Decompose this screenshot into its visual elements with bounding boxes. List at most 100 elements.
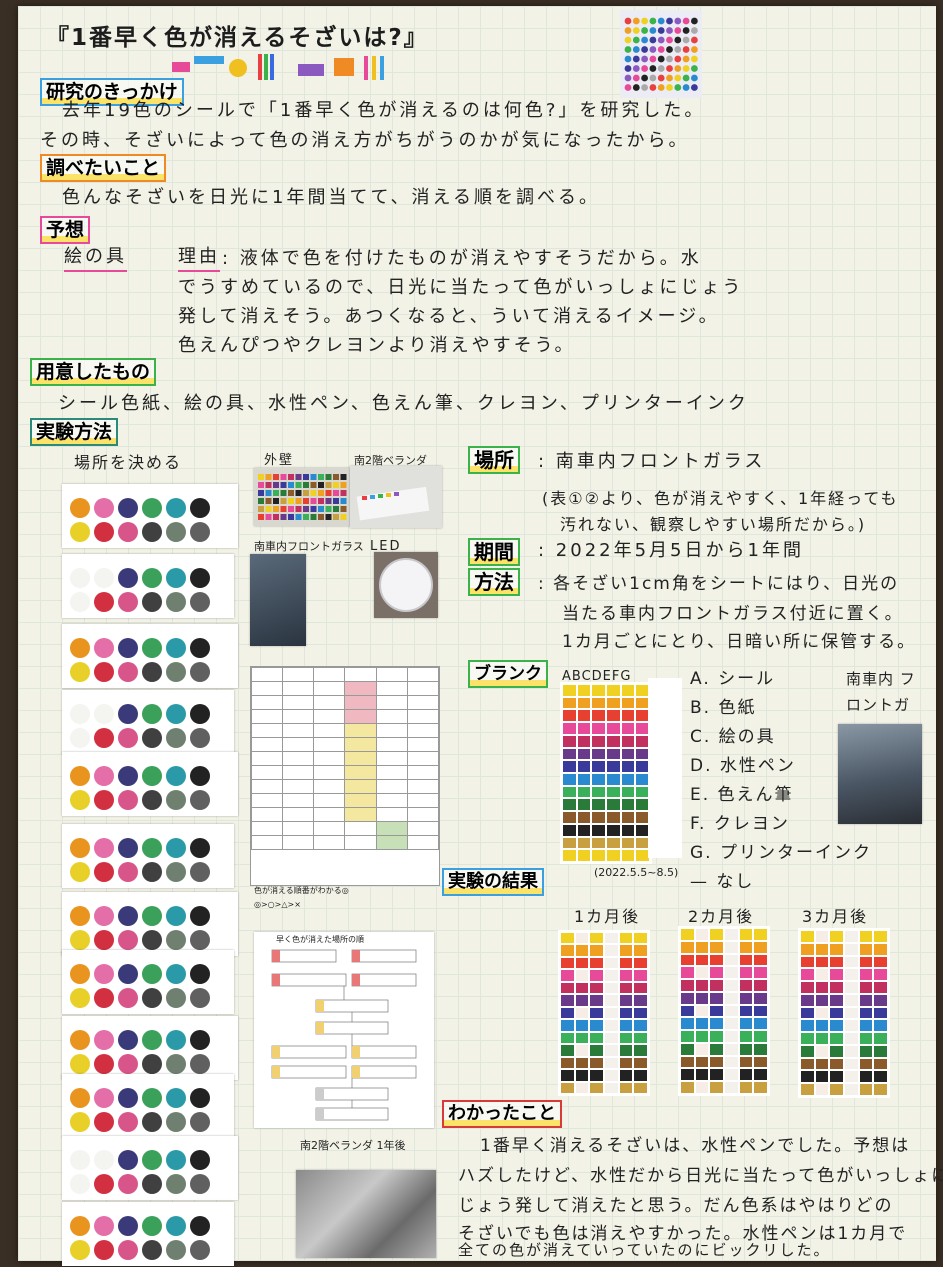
heading-youi: 用意したもの — [30, 358, 157, 386]
dot-sheet — [62, 950, 234, 1014]
color-dot — [70, 638, 90, 658]
color-dot — [190, 838, 210, 858]
color-dot — [190, 568, 210, 588]
legend-item: G. プリンターインク — [690, 843, 872, 863]
result-sheet-month-3 — [798, 928, 890, 1098]
color-dot — [142, 1054, 162, 1074]
legend-item: D. 水性ペン — [690, 756, 796, 776]
color-dot — [166, 704, 186, 724]
dot-sheet — [62, 1202, 234, 1266]
heading-houhou: 実験方法 — [30, 418, 119, 446]
result-month-1: 1カ月後 — [574, 907, 641, 926]
color-dot — [118, 568, 138, 588]
dot-sheet — [62, 1016, 238, 1080]
color-dot — [118, 988, 138, 1008]
heading-result: 実験の結果 — [442, 868, 544, 896]
color-dot — [118, 704, 138, 724]
color-dot — [142, 704, 162, 724]
color-dot — [190, 906, 210, 926]
dot-sheet — [62, 554, 234, 618]
color-dot — [70, 1088, 90, 1108]
color-dot — [94, 906, 114, 926]
legend-item: A. シール — [690, 669, 776, 689]
result-sheet-month-1 — [558, 930, 650, 1096]
color-dot — [94, 930, 114, 950]
color-dot — [70, 592, 90, 612]
dot-sheet — [62, 824, 234, 888]
color-dot — [70, 498, 90, 518]
method-line-2: 当たる車内フロントガラス付近に置く。 — [562, 604, 904, 624]
dot-sheet — [62, 892, 238, 956]
color-dot — [142, 568, 162, 588]
place-value: : 南車内フロントガラス — [538, 451, 766, 472]
color-dot — [142, 1030, 162, 1050]
color-dot — [94, 1216, 114, 1236]
color-dot — [142, 728, 162, 748]
color-dot — [118, 930, 138, 950]
color-dot — [70, 790, 90, 810]
color-dot — [190, 964, 210, 984]
color-dot — [166, 790, 186, 810]
color-dot — [94, 1088, 114, 1108]
color-dot — [166, 930, 186, 950]
color-dot — [94, 1174, 114, 1194]
color-dot — [142, 1112, 162, 1132]
color-dot — [190, 1030, 210, 1050]
label-place: 場所 — [468, 446, 520, 474]
label-blank: ブランク — [468, 660, 548, 688]
color-dot — [142, 662, 162, 682]
color-dot — [190, 1054, 210, 1074]
color-dot — [118, 498, 138, 518]
color-dot — [166, 662, 186, 682]
color-dot — [190, 592, 210, 612]
color-dot — [166, 728, 186, 748]
color-dot — [142, 930, 162, 950]
stationery-illustration — [168, 48, 398, 84]
place-decide-label: 場所を決める — [74, 453, 183, 472]
color-dot — [94, 592, 114, 612]
color-dot — [142, 592, 162, 612]
color-dot — [70, 1216, 90, 1236]
color-dot — [118, 1088, 138, 1108]
color-dot — [142, 638, 162, 658]
dot-sheet — [62, 1074, 234, 1138]
color-dot — [142, 1240, 162, 1260]
color-dot — [166, 906, 186, 926]
color-dot — [166, 1174, 186, 1194]
color-dot — [118, 964, 138, 984]
color-dot — [190, 638, 210, 658]
color-dot — [142, 790, 162, 810]
color-dot — [118, 728, 138, 748]
wakatta-line-1: 1番早く消えるそざいは、水性ペンでした。予想は — [480, 1136, 911, 1156]
blank-windshield-photo — [838, 724, 922, 824]
color-dot — [142, 988, 162, 1008]
color-dot — [70, 988, 90, 1008]
wakatta-line-2: ハズしたけど、水性だから日光に当たって色がいっしょに — [458, 1166, 943, 1186]
color-dot — [118, 638, 138, 658]
color-dot — [94, 728, 114, 748]
blank-color-sheet — [560, 682, 652, 864]
color-dot — [190, 662, 210, 682]
color-dot — [166, 1240, 186, 1260]
yosou-line-2: でうすめているので、日光に当たって色がいっしょにじょう — [178, 277, 744, 298]
sign-scale: ◎>○>△>× — [254, 900, 301, 909]
color-dot — [190, 790, 210, 810]
heading-wakatta: わかったこと — [442, 1100, 562, 1128]
color-dot — [70, 906, 90, 926]
legend-item: — なし — [690, 872, 755, 892]
dot-sheet — [62, 484, 238, 548]
yosou-line-3: 発して消えそう。あつくなると、ういて消えるイメージ。 — [178, 306, 720, 327]
color-dot — [166, 522, 186, 542]
color-dot — [166, 1216, 186, 1236]
yosou-answer: 絵の具 — [64, 244, 127, 272]
color-dot — [190, 1088, 210, 1108]
color-dot — [118, 838, 138, 858]
color-dot — [94, 638, 114, 658]
heading-shirabetai: 調べたいこと — [40, 154, 167, 182]
color-dot — [166, 838, 186, 858]
color-dot — [94, 1150, 114, 1170]
comparison-table — [250, 666, 440, 886]
color-dot — [190, 498, 210, 518]
color-dot — [94, 1240, 114, 1260]
color-dot — [142, 1216, 162, 1236]
